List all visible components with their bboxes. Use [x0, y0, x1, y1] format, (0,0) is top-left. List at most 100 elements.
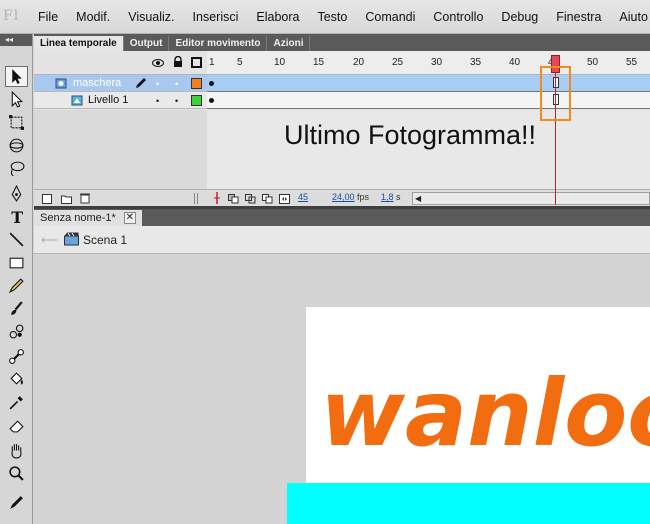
fps-value[interactable]: 24,00	[332, 192, 355, 202]
menu-text[interactable]: Testo	[317, 10, 347, 24]
document-tabbar: Senza nome-1* ✕	[34, 209, 650, 226]
scene-label[interactable]: Scena 1	[83, 233, 127, 247]
menu-control[interactable]: Controllo	[433, 10, 483, 24]
mask-layer-icon	[55, 78, 67, 92]
lock-dot[interactable]: •	[175, 79, 178, 89]
frame-row-livello-1[interactable]	[207, 92, 650, 109]
ruler-label: 40	[509, 57, 521, 68]
tools-panel: ◂◂ T	[0, 34, 33, 524]
eye-icon[interactable]	[152, 57, 164, 71]
eraser-tool-icon[interactable]	[5, 415, 28, 436]
document-tab[interactable]: Senza nome-1* ✕	[34, 210, 142, 226]
edit-bar: ⟵ Scena 1	[34, 226, 650, 254]
menu-commands[interactable]: Comandi	[365, 10, 415, 24]
cyan-rectangle[interactable]	[287, 483, 650, 524]
deco-tool-icon[interactable]	[5, 321, 28, 342]
ruler-label: 5	[237, 57, 243, 68]
fps-label: fps	[357, 192, 370, 202]
menu-file[interactable]: File	[38, 10, 58, 24]
layer-color-swatch[interactable]	[191, 95, 202, 106]
menu-list: File Modif. Visualiz. Inserisci Elabora …	[38, 0, 650, 34]
visibility-dot[interactable]: •	[156, 96, 159, 106]
new-layer-icon[interactable]	[42, 193, 52, 207]
tab-motion-editor[interactable]: Editor movimento	[169, 36, 268, 51]
annotation-text: Ultimo Fotogramma!!	[284, 120, 537, 150]
ruler-label: 55	[626, 57, 638, 68]
tab-actions[interactable]: Azioni	[267, 36, 311, 51]
frame-row-maschera[interactable]	[207, 75, 650, 92]
frame-ruler[interactable]: 1 5 10 15 20 25 30 35 40 45 50 55	[207, 51, 650, 75]
new-folder-icon[interactable]	[61, 193, 72, 207]
scroll-left-icon[interactable]: ◀	[415, 194, 421, 203]
app-logo: Fl	[3, 8, 20, 24]
timeline-scrollbar[interactable]: ◀	[412, 192, 650, 205]
tools-collapse-button[interactable]: ◂◂	[0, 34, 32, 46]
3d-rotation-tool-icon[interactable]	[5, 135, 28, 156]
center-frame-icon[interactable]	[212, 192, 222, 207]
pencil-icon	[135, 77, 147, 92]
zoom-tool-icon[interactable]	[5, 463, 28, 484]
layer-name[interactable]: maschera	[73, 77, 121, 89]
current-frame-value[interactable]: 45	[298, 192, 308, 202]
keyframe[interactable]	[209, 81, 214, 86]
back-arrow-icon[interactable]: ⟵	[41, 233, 58, 247]
document-title: Senza nome-1*	[40, 212, 116, 224]
layer-row-maschera[interactable]: maschera • •	[34, 75, 207, 92]
outline-icon[interactable]	[191, 57, 202, 68]
hand-tool-icon[interactable]	[5, 440, 28, 461]
onion-skin-outlines-icon[interactable]	[245, 193, 256, 207]
menu-debug[interactable]: Debug	[501, 10, 538, 24]
tab-output[interactable]: Output	[124, 36, 170, 51]
menu-modify[interactable]: Modif.	[76, 10, 110, 24]
highlight-box	[540, 66, 571, 121]
menu-view[interactable]: Visualiz.	[128, 10, 174, 24]
lock-icon[interactable]	[173, 55, 183, 71]
edit-multiple-frames-icon[interactable]	[262, 193, 273, 207]
ruler-label: 30	[431, 57, 443, 68]
ruler-label: 10	[274, 57, 286, 68]
lock-dot[interactable]: •	[175, 96, 178, 106]
lasso-tool-icon[interactable]	[5, 158, 28, 179]
brush-tool-icon[interactable]	[5, 298, 28, 319]
scene-icon	[64, 232, 79, 249]
close-icon[interactable]: ✕	[123, 212, 136, 224]
keyframe[interactable]	[209, 98, 214, 103]
timeline-footer: 45 24,00 fps 1,8 s ◀	[34, 189, 650, 206]
delete-layer-icon[interactable]	[80, 192, 90, 207]
subselection-tool-icon[interactable]	[5, 89, 28, 110]
ruler-label: 20	[353, 57, 365, 68]
layer-name[interactable]: Livello 1	[88, 94, 128, 106]
bone-tool-icon[interactable]	[5, 346, 28, 367]
pen-tool-icon[interactable]	[5, 183, 28, 204]
onion-skin-icon[interactable]	[228, 193, 239, 207]
modify-markers-icon[interactable]	[279, 193, 290, 207]
masked-layer-icon	[71, 95, 83, 109]
logo-text: wanloo	[320, 360, 650, 467]
eyedropper-tool-icon[interactable]	[5, 392, 28, 413]
ruler-label: 50	[587, 57, 599, 68]
stroke-color-icon[interactable]	[5, 492, 28, 513]
free-transform-tool-icon[interactable]	[5, 112, 28, 133]
menu-insert[interactable]: Inserisci	[193, 10, 239, 24]
menu-help[interactable]: Aiuto	[619, 10, 648, 24]
wanloo-logo[interactable]: wanloo	[318, 345, 650, 470]
svg-text:T: T	[11, 208, 23, 225]
line-tool-icon[interactable]	[5, 229, 28, 250]
time-value[interactable]: 1,8	[381, 192, 394, 202]
visibility-dot[interactable]: •	[156, 79, 159, 89]
selection-tool-icon[interactable]	[5, 66, 28, 87]
layer-header	[34, 51, 207, 75]
menu-bar: Fl File Modif. Visualiz. Inserisci Elabo…	[0, 0, 650, 34]
rectangle-tool-icon[interactable]	[5, 252, 28, 273]
panel-tabs: Linea temporale Output Editor movimento …	[34, 34, 650, 51]
text-tool-icon[interactable]: T	[5, 206, 28, 227]
ruler-label: 35	[470, 57, 482, 68]
layer-row-livello-1[interactable]: Livello 1 • •	[34, 92, 207, 109]
menu-window[interactable]: Finestra	[556, 10, 601, 24]
panel-divider	[194, 193, 198, 204]
pencil-tool-icon[interactable]	[5, 275, 28, 296]
tab-timeline[interactable]: Linea temporale	[34, 36, 124, 51]
layer-color-swatch[interactable]	[191, 78, 202, 89]
menu-process[interactable]: Elabora	[256, 10, 299, 24]
paint-bucket-tool-icon[interactable]	[5, 369, 28, 390]
